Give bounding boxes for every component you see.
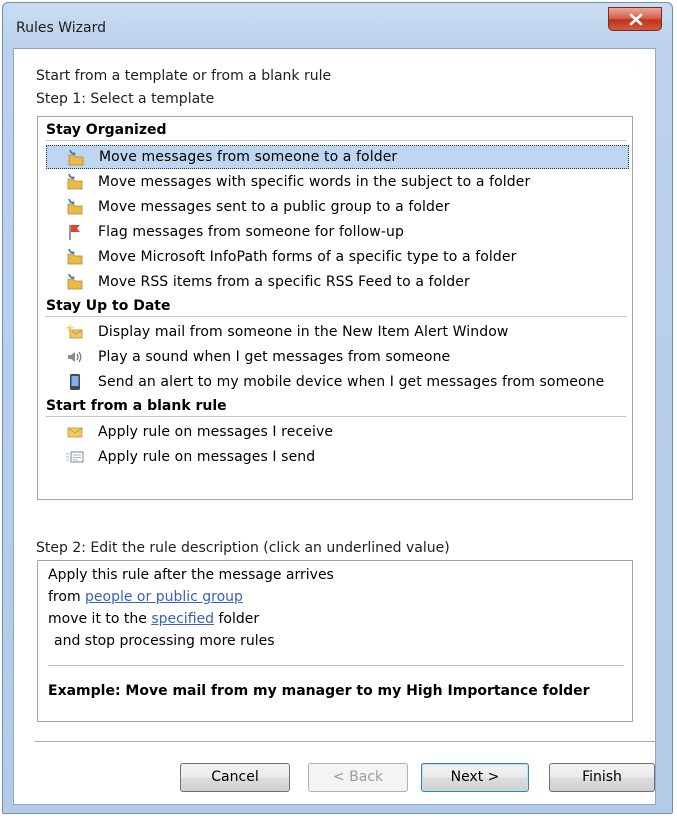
template-item-label: Move messages from someone to a folder <box>99 149 398 165</box>
template-item-label: Move Microsoft InfoPath forms of a speci… <box>98 249 517 265</box>
template-item-mobile-alert[interactable]: Send an alert to my mobile device when I… <box>46 370 629 394</box>
window-title: Rules Wizard <box>16 20 106 36</box>
folder-move-icon <box>67 198 83 215</box>
step1-label: Step 1: Select a template <box>36 91 215 107</box>
group-header-label: Start from a blank rule <box>46 398 227 414</box>
divider <box>48 665 624 666</box>
mobile-device-icon <box>70 374 80 390</box>
envelope-send-icon <box>66 451 84 463</box>
envelope-receive-icon <box>67 427 83 438</box>
template-item-move-rss[interactable]: Move RSS items from a specific RSS Feed … <box>46 270 629 294</box>
divider <box>46 416 626 417</box>
template-item-label: Flag messages from someone for follow-up <box>98 224 404 240</box>
back-button[interactable]: < Back <box>308 763 408 792</box>
folder-move-icon <box>67 273 83 290</box>
group-header-label: Stay Up to Date <box>46 298 171 314</box>
template-item-flag-follow-up[interactable]: Flag messages from someone for follow-up <box>46 220 629 244</box>
template-item-label: Move RSS items from a specific RSS Feed … <box>98 274 470 290</box>
close-icon <box>629 13 643 26</box>
description-line-stop: and stop processing more rules <box>54 633 275 649</box>
title-bar[interactable]: Rules Wizard <box>3 3 672 49</box>
intro-text: Start from a template or from a blank ru… <box>36 68 332 84</box>
folder-move-icon <box>67 173 83 190</box>
template-item-label: Apply rule on messages I send <box>98 449 316 465</box>
template-item-apply-receive[interactable]: Apply rule on messages I receive <box>46 420 629 444</box>
template-list[interactable]: Stay Organized Move messages from someon… <box>37 116 633 500</box>
group-header-label: Stay Organized <box>46 122 167 138</box>
next-button[interactable]: Next > <box>421 763 529 792</box>
example-text: Example: Move mail from my manager to my… <box>48 683 590 699</box>
group-header-stay-organized: Stay Organized <box>38 119 632 141</box>
description-line-from: from people or public group <box>48 589 243 605</box>
description-line-move: move it to the specified folder <box>48 611 259 627</box>
finish-button[interactable]: Finish <box>549 763 655 792</box>
template-item-label: Move messages sent to a public group to … <box>98 199 450 215</box>
template-item-move-specific-words[interactable]: Move messages with specific words in the… <box>46 170 629 194</box>
close-button[interactable] <box>608 7 662 31</box>
group-header-blank-rule: Start from a blank rule <box>38 395 632 417</box>
folder-move-icon <box>67 248 83 265</box>
template-item-label: Play a sound when I get messages from so… <box>98 349 451 365</box>
alert-envelope-icon <box>66 324 83 339</box>
group-header-stay-up-to-date: Stay Up to Date <box>38 295 632 317</box>
divider <box>46 140 626 141</box>
flag-icon <box>69 225 80 240</box>
template-item-play-sound[interactable]: Play a sound when I get messages from so… <box>46 345 629 369</box>
template-item-move-infopath[interactable]: Move Microsoft InfoPath forms of a speci… <box>46 245 629 269</box>
folder-move-icon <box>68 149 84 166</box>
divider <box>46 316 626 317</box>
description-line-trigger: Apply this rule after the message arrive… <box>48 567 334 583</box>
description-text: folder <box>214 611 260 627</box>
template-item-new-item-alert[interactable]: Display mail from someone in the New Ite… <box>46 320 629 344</box>
template-item-move-from-someone[interactable]: Move messages from someone to a folder <box>46 145 629 169</box>
template-item-apply-send[interactable]: Apply rule on messages I send <box>46 445 629 469</box>
template-item-label: Send an alert to my mobile device when I… <box>98 374 605 390</box>
template-item-label: Display mail from someone in the New Ite… <box>98 324 509 340</box>
template-item-label: Move messages with specific words in the… <box>98 174 531 190</box>
description-text: move it to the <box>48 611 152 627</box>
divider <box>35 741 655 742</box>
rule-description-box: Apply this rule after the message arrive… <box>37 560 633 722</box>
step2-label: Step 2: Edit the rule description (click… <box>36 540 450 556</box>
description-text: from <box>48 589 86 605</box>
specified-folder-link[interactable]: specified <box>151 611 214 627</box>
speaker-icon <box>68 351 82 363</box>
cancel-button[interactable]: Cancel <box>180 763 290 792</box>
template-item-label: Apply rule on messages I receive <box>98 424 334 440</box>
template-item-move-public-group[interactable]: Move messages sent to a public group to … <box>46 195 629 219</box>
people-or-public-group-link[interactable]: people or public group <box>85 589 243 605</box>
